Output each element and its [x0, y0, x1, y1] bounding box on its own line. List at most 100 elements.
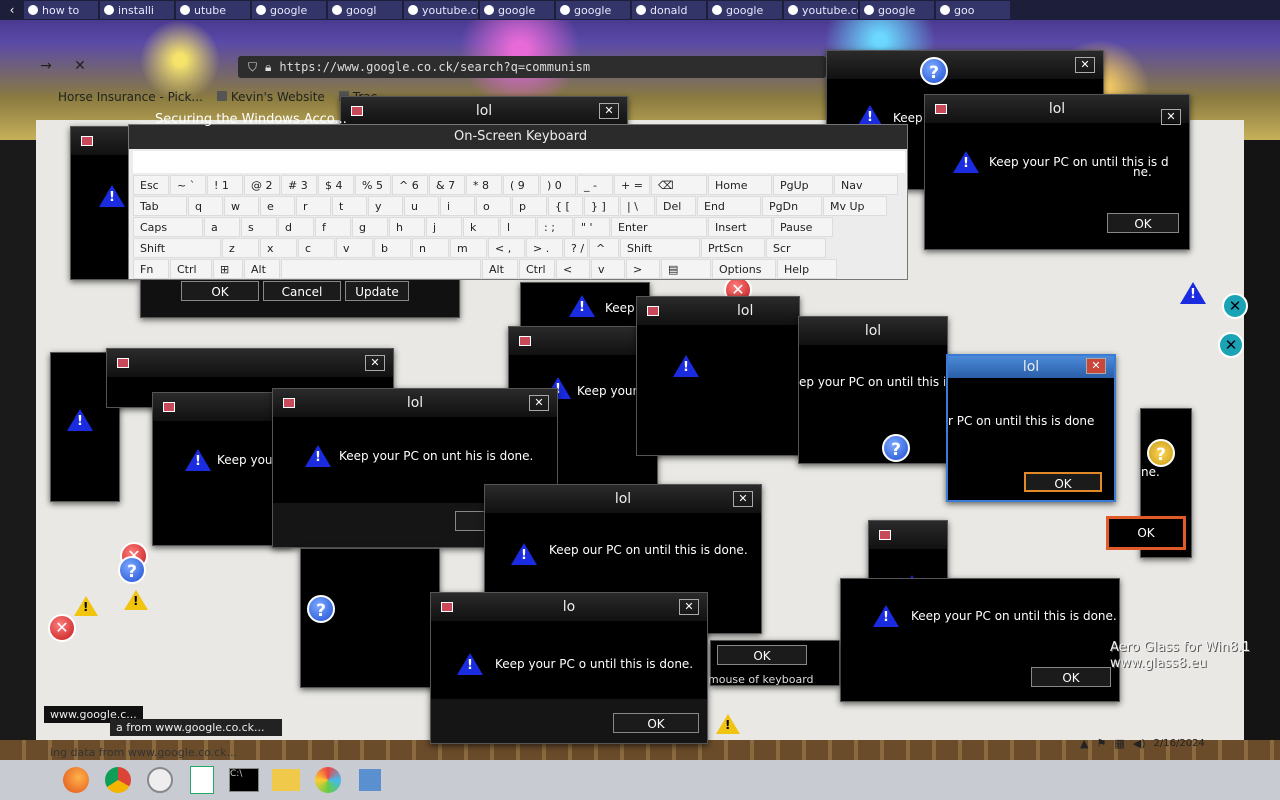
key[interactable]: v [336, 238, 373, 258]
shift-key[interactable]: Shift [620, 238, 700, 258]
browser-tab[interactable]: youtube.co [404, 1, 478, 19]
ok-button[interactable]: OK [1106, 516, 1186, 550]
key[interactable]: t [332, 196, 367, 216]
close-button[interactable]: ✕ [1075, 57, 1095, 73]
key[interactable]: c [298, 238, 335, 258]
left-arrow-key[interactable]: < [556, 259, 590, 279]
app-icon[interactable] [352, 764, 388, 796]
volume-icon[interactable]: ◀) [1133, 737, 1146, 750]
chrome-icon[interactable] [100, 764, 136, 796]
key[interactable]: h [389, 217, 425, 237]
flag-icon[interactable]: ⚑ [1096, 737, 1106, 750]
stop-icon[interactable]: ✕ [70, 58, 90, 74]
key[interactable]: # 3 [281, 175, 317, 195]
close-button[interactable]: ✕ [1086, 358, 1106, 374]
tray-chevron-icon[interactable]: ▲ [1080, 737, 1088, 750]
key[interactable]: : ; [537, 217, 573, 237]
key[interactable]: l [500, 217, 536, 237]
key[interactable]: ^ 6 [392, 175, 428, 195]
key[interactable]: PrtScn [701, 238, 765, 258]
browser-tab[interactable]: goo [936, 1, 1010, 19]
key[interactable]: Insert [708, 217, 772, 237]
right-arrow-key[interactable]: > [626, 259, 660, 279]
key[interactable]: m [450, 238, 487, 258]
key[interactable]: PgDn [762, 196, 822, 216]
close-button[interactable]: ✕ [529, 395, 549, 411]
key[interactable]: d [278, 217, 314, 237]
key[interactable]: Mv Up [823, 196, 887, 216]
key[interactable]: > . [526, 238, 563, 258]
ok-button[interactable]: OK [181, 281, 259, 301]
close-button[interactable]: ✕ [679, 599, 699, 615]
bookmark-item[interactable]: Kevin's Website [216, 90, 325, 104]
key[interactable]: @ 2 [244, 175, 280, 195]
ok-button[interactable]: OK [1107, 213, 1179, 233]
key[interactable]: p [512, 196, 547, 216]
close-button[interactable]: ✕ [1161, 109, 1181, 125]
forward-icon[interactable]: → [36, 58, 56, 74]
key[interactable]: e [260, 196, 295, 216]
browser-tab[interactable]: installi [100, 1, 174, 19]
key[interactable]: Alt [482, 259, 518, 279]
ok-button[interactable]: OK [1031, 667, 1111, 687]
key[interactable]: k [463, 217, 499, 237]
close-button[interactable]: ✕ [365, 355, 385, 371]
tab-scroll-left-icon[interactable]: ‹ [0, 3, 24, 17]
key[interactable]: Alt [244, 259, 280, 279]
key[interactable]: g [352, 217, 388, 237]
key[interactable]: n [412, 238, 449, 258]
key[interactable]: Caps [133, 217, 203, 237]
bookmark-item[interactable]: Horse Insurance - Pick... [58, 90, 203, 104]
key[interactable]: Scr [766, 238, 826, 258]
key[interactable]: w [224, 196, 259, 216]
cmd-icon[interactable]: C:\ [226, 764, 262, 796]
address-bar[interactable]: ⛉ 🔒︎ https://www.google.co.ck/search?q=c… [238, 56, 826, 78]
key[interactable]: Ctrl [519, 259, 555, 279]
browser-tab[interactable]: google [252, 1, 326, 19]
key[interactable]: z [222, 238, 259, 258]
key[interactable]: < , [488, 238, 525, 258]
browser-tab[interactable]: how to [24, 1, 98, 19]
firefox-icon[interactable] [58, 764, 94, 796]
browser-tab[interactable]: youtube.co [784, 1, 858, 19]
menu-key[interactable]: ▤ [661, 259, 711, 279]
key[interactable]: Home [708, 175, 772, 195]
close-button[interactable]: ✕ [599, 103, 619, 119]
key[interactable]: ! 1 [207, 175, 243, 195]
key[interactable]: r [296, 196, 331, 216]
paint-icon[interactable] [310, 764, 346, 796]
key[interactable]: Del [656, 196, 696, 216]
key[interactable]: + = [614, 175, 650, 195]
key[interactable]: { [ [548, 196, 583, 216]
key[interactable]: a [204, 217, 240, 237]
key[interactable]: f [315, 217, 351, 237]
shift-key[interactable]: Shift [133, 238, 221, 258]
key[interactable]: $ 4 [318, 175, 354, 195]
down-arrow-key[interactable]: v [591, 259, 625, 279]
key[interactable]: End [697, 196, 761, 216]
key[interactable]: & 7 [429, 175, 465, 195]
notepad-icon[interactable] [184, 764, 220, 796]
backspace-key[interactable]: ⌫ [651, 175, 707, 195]
key[interactable]: * 8 [466, 175, 502, 195]
key[interactable]: " ' [574, 217, 610, 237]
key[interactable]: Help [777, 259, 837, 279]
key[interactable]: ( 9 [503, 175, 539, 195]
key[interactable]: Fn [133, 259, 169, 279]
key[interactable]: Pause [773, 217, 833, 237]
close-button[interactable]: ✕ [733, 491, 753, 507]
ok-button[interactable]: OK [1024, 472, 1102, 492]
key[interactable]: ? / [564, 238, 588, 258]
space-key[interactable] [281, 259, 481, 279]
key[interactable]: Options [712, 259, 776, 279]
key[interactable]: b [374, 238, 411, 258]
browser-tab[interactable]: google [860, 1, 934, 19]
update-button[interactable]: Update [345, 281, 409, 301]
browser-tab[interactable]: google [480, 1, 554, 19]
browser-tab[interactable]: google [708, 1, 782, 19]
key[interactable]: % 5 [355, 175, 391, 195]
key[interactable]: PgUp [773, 175, 833, 195]
key[interactable]: ) 0 [540, 175, 576, 195]
key[interactable]: _ - [577, 175, 613, 195]
ok-button[interactable]: OK [613, 713, 699, 733]
